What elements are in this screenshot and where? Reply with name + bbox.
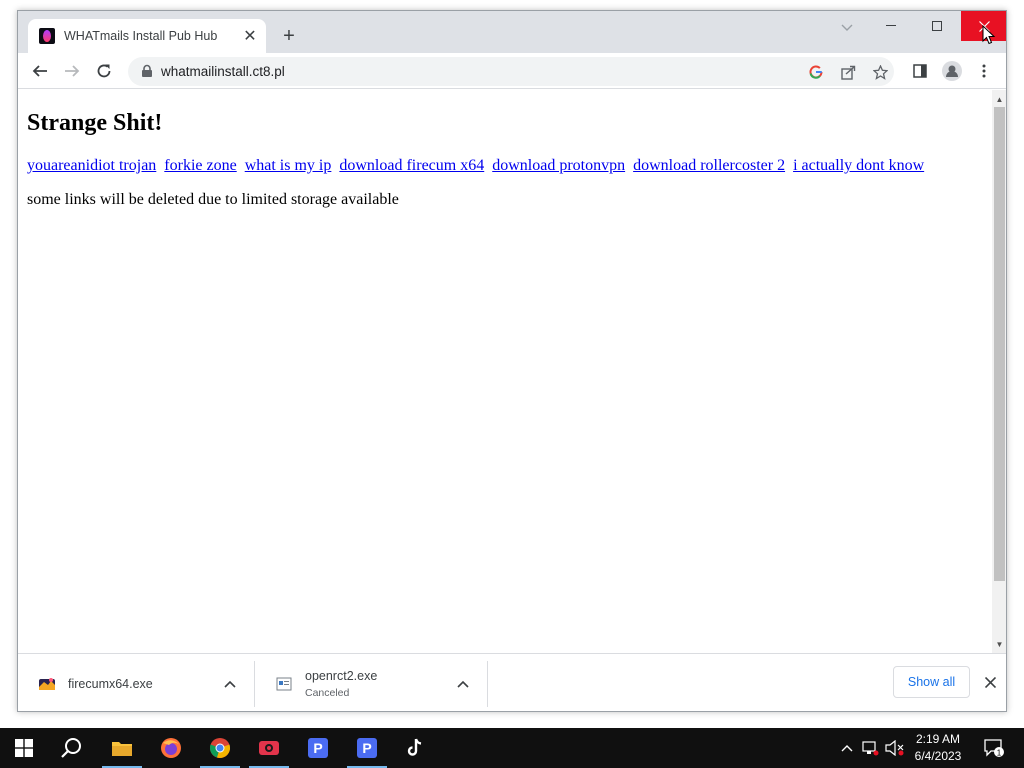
side-panel-icon[interactable] bbox=[908, 59, 932, 83]
link-download-protonvpn[interactable]: download protonvpn bbox=[492, 157, 625, 174]
file-explorer-icon[interactable] bbox=[98, 728, 146, 768]
link-what-is-my-ip[interactable]: what is my ip bbox=[245, 157, 332, 174]
url-text: whatmailinstall.ct8.pl bbox=[161, 64, 285, 79]
taskbar: P P 2:19 AM 6/4/2023 1 bbox=[0, 728, 1024, 768]
tab-strip: WHATmails Install Pub Hub ✕ + bbox=[18, 11, 1006, 53]
google-lens-icon[interactable] bbox=[805, 61, 827, 83]
new-tab-button[interactable]: + bbox=[278, 25, 300, 47]
link-forkie-zone[interactable]: forkie zone bbox=[164, 157, 236, 174]
link-download-firecum[interactable]: download firecum x64 bbox=[339, 157, 484, 174]
page-title: Strange Shit! bbox=[27, 110, 163, 136]
tiktok-icon[interactable] bbox=[392, 728, 440, 768]
link-i-actually-dont-know[interactable]: i actually dont know bbox=[793, 157, 924, 174]
reload-icon[interactable] bbox=[92, 59, 116, 83]
close-shelf-icon[interactable] bbox=[978, 670, 1002, 694]
storage-note: some links will be deleted due to limite… bbox=[27, 191, 399, 208]
windows-start-icon[interactable] bbox=[0, 728, 48, 768]
notification-count: 1 bbox=[997, 749, 1002, 758]
mouse-pointer-icon bbox=[982, 25, 996, 45]
vertical-scrollbar[interactable]: ▲ ▼ bbox=[992, 90, 1006, 653]
lock-icon bbox=[142, 64, 152, 77]
download-shelf: firecumx64.exe openrct2.exe Canceled Sho… bbox=[18, 653, 1006, 711]
clock-date: 6/4/2023 bbox=[914, 749, 962, 763]
share-icon[interactable] bbox=[837, 61, 859, 83]
page-content: Strange Shit! youareanidiot trojan forki… bbox=[18, 90, 992, 653]
chevron-up-icon[interactable] bbox=[218, 672, 242, 696]
svg-text:P: P bbox=[362, 740, 371, 756]
more-menu-icon[interactable] bbox=[972, 59, 996, 83]
maximize-button[interactable] bbox=[914, 11, 960, 41]
download-filename: firecumx64.exe bbox=[68, 677, 153, 691]
profile-avatar-icon[interactable] bbox=[940, 59, 964, 83]
screen-recorder-icon[interactable] bbox=[245, 728, 293, 768]
scroll-down-arrow-icon[interactable]: ▼ bbox=[992, 637, 1006, 651]
link-list: youareanidiot trojan forkie zone what is… bbox=[27, 157, 928, 175]
tab-close-icon[interactable]: ✕ bbox=[240, 26, 260, 46]
taskbar-clock[interactable]: 2:19 AM 6/4/2023 bbox=[906, 731, 970, 765]
file-app-icon bbox=[39, 678, 55, 690]
desktop: WHATmails Install Pub Hub ✕ + whatmailin… bbox=[0, 0, 1024, 728]
network-icon[interactable] bbox=[860, 728, 880, 768]
search-icon[interactable] bbox=[48, 728, 96, 768]
svg-text:P: P bbox=[313, 740, 322, 756]
download-filename: openrct2.exe bbox=[305, 669, 378, 683]
scroll-up-arrow-icon[interactable]: ▲ bbox=[992, 92, 1006, 106]
browser-window: WHATmails Install Pub Hub ✕ + whatmailin… bbox=[17, 10, 1007, 712]
tray-chevron-up-icon[interactable] bbox=[838, 728, 856, 768]
tab-whatmails[interactable]: WHATmails Install Pub Hub ✕ bbox=[28, 19, 266, 53]
download-item-openrct2[interactable]: openrct2.exe Canceled bbox=[255, 661, 488, 707]
firefox-icon[interactable] bbox=[147, 728, 195, 768]
app-p-icon[interactable]: P bbox=[294, 728, 342, 768]
chrome-icon[interactable] bbox=[196, 728, 244, 768]
notification-center-icon[interactable]: 1 bbox=[982, 728, 1006, 768]
scroll-thumb[interactable] bbox=[994, 107, 1005, 581]
back-arrow-icon[interactable] bbox=[28, 59, 52, 83]
bookmark-star-icon[interactable] bbox=[869, 61, 891, 83]
minimize-button[interactable] bbox=[868, 11, 914, 41]
show-all-button[interactable]: Show all bbox=[893, 666, 970, 698]
file-generic-icon bbox=[276, 677, 292, 691]
download-item-firecum[interactable]: firecumx64.exe bbox=[18, 661, 255, 707]
forward-arrow-icon[interactable] bbox=[60, 59, 84, 83]
site-favicon-icon bbox=[39, 28, 55, 44]
chevron-up-icon[interactable] bbox=[451, 672, 475, 696]
link-youareanidiot-trojan[interactable]: youareanidiot trojan bbox=[27, 157, 156, 174]
tab-search-icon[interactable] bbox=[836, 17, 858, 39]
volume-muted-icon[interactable] bbox=[884, 728, 906, 768]
link-download-rollercoster[interactable]: download rollercoster 2 bbox=[633, 157, 785, 174]
tab-title: WHATmails Install Pub Hub bbox=[64, 29, 218, 43]
download-status: Canceled bbox=[305, 687, 350, 699]
address-bar[interactable]: whatmailinstall.ct8.pl bbox=[128, 57, 894, 86]
browser-toolbar: whatmailinstall.ct8.pl bbox=[18, 53, 1006, 89]
app-p-icon-2[interactable]: P bbox=[343, 728, 391, 768]
clock-time: 2:19 AM bbox=[915, 732, 961, 746]
